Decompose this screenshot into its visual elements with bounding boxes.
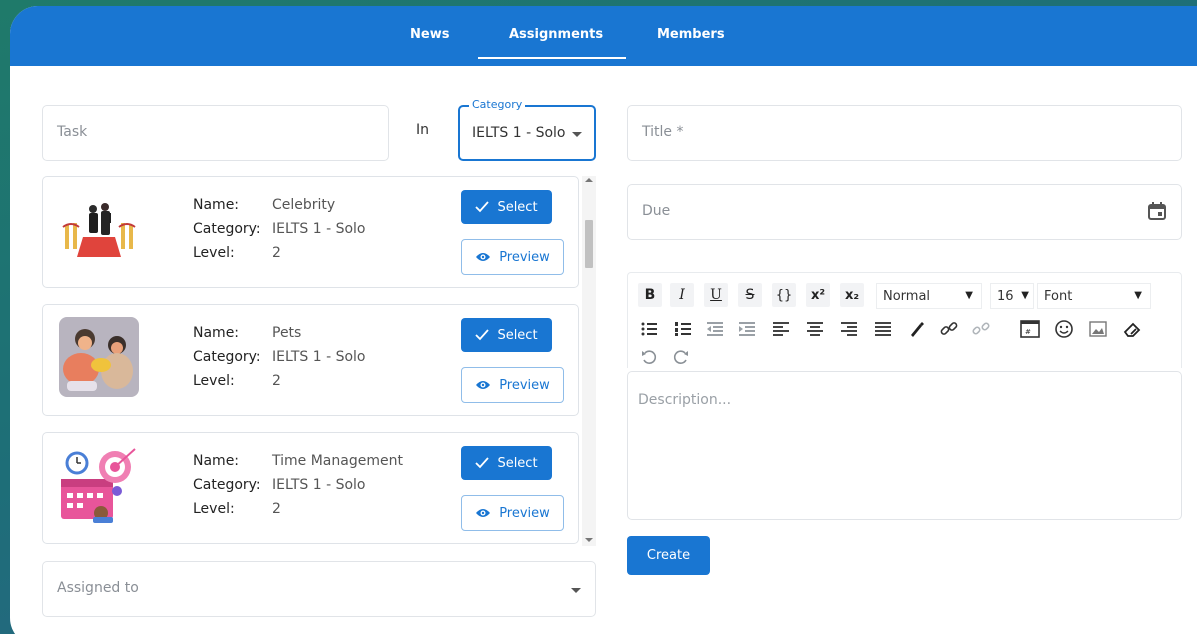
- chevron-down-icon: [572, 132, 582, 137]
- tab-members[interactable]: Members: [657, 6, 725, 64]
- time-management-illustration-icon: [61, 448, 136, 523]
- level-row: Level: 2: [193, 501, 281, 517]
- app-window: News Assignments Members Task In Categor…: [10, 6, 1197, 634]
- preview-button[interactable]: Preview: [461, 239, 564, 275]
- strikethrough-button[interactable]: S: [738, 283, 762, 307]
- svg-text:#: #: [1025, 328, 1031, 336]
- dropdown-arrow-icon: ▼: [1021, 290, 1029, 301]
- tab-assignments[interactable]: Assignments: [509, 6, 603, 64]
- eye-icon: [476, 253, 491, 261]
- dropdown-arrow-icon: ▼: [965, 290, 973, 301]
- name-row: Name: Time Management: [193, 453, 403, 469]
- category-select[interactable]: Category IELTS 1 - Solo: [458, 98, 596, 161]
- preview-button[interactable]: Preview: [461, 367, 564, 403]
- align-center-icon[interactable]: [806, 320, 824, 338]
- category-row: Category: IELTS 1 - Solo: [193, 477, 366, 493]
- eye-icon: [476, 381, 491, 389]
- due-date-input[interactable]: Due: [627, 184, 1182, 240]
- chevron-down-icon: [571, 588, 581, 593]
- scroll-up-icon[interactable]: [585, 178, 593, 182]
- name-row: Name: Celebrity: [193, 197, 336, 213]
- check-icon: [475, 457, 490, 469]
- embed-icon[interactable]: #: [1020, 319, 1040, 339]
- task-search-input[interactable]: Task: [42, 105, 389, 161]
- bulleted-list-icon[interactable]: [640, 320, 658, 338]
- description-placeholder: Description...: [638, 392, 732, 408]
- dropdown-arrow-icon: ▼: [1134, 290, 1142, 301]
- eraser-icon[interactable]: [1122, 319, 1142, 339]
- align-left-icon[interactable]: [772, 320, 790, 338]
- category-value: IELTS 1 - Solo: [472, 125, 566, 141]
- calendar-icon[interactable]: [1147, 201, 1167, 221]
- category-row: Category: IELTS 1 - Solo: [193, 349, 366, 365]
- create-button[interactable]: Create: [627, 536, 710, 575]
- title-input[interactable]: Title *: [627, 105, 1182, 161]
- code-button[interactable]: {}: [772, 283, 796, 307]
- check-icon: [475, 201, 490, 213]
- unlink-icon[interactable]: [972, 320, 990, 338]
- select-button[interactable]: Select: [461, 190, 552, 224]
- assignment-card: Name: Celebrity Category: IELTS 1 - Solo L…: [42, 176, 579, 288]
- top-nav-bar: News Assignments Members: [10, 6, 1197, 66]
- text-color-icon[interactable]: [908, 320, 926, 338]
- tab-news[interactable]: News: [410, 6, 449, 64]
- title-placeholder: Title *: [642, 124, 684, 140]
- italic-button[interactable]: I: [670, 283, 694, 307]
- bold-button[interactable]: B: [638, 283, 662, 307]
- align-right-icon[interactable]: [840, 320, 858, 338]
- eye-icon: [476, 509, 491, 517]
- pets-illustration-icon: [59, 317, 139, 397]
- celebrity-illustration-icon: [62, 203, 136, 257]
- superscript-button[interactable]: x²: [806, 283, 830, 307]
- outdent-icon[interactable]: [706, 320, 724, 338]
- list-scrollbar[interactable]: [582, 176, 596, 546]
- task-placeholder: Task: [57, 124, 88, 140]
- select-button[interactable]: Select: [461, 446, 552, 480]
- level-row: Level: 2: [193, 373, 281, 389]
- name-row: Name: Pets: [193, 325, 302, 341]
- assignment-card: Name: Time Management Category: IELTS 1 - …: [42, 432, 579, 544]
- preview-button[interactable]: Preview: [461, 495, 564, 531]
- align-justify-icon[interactable]: [874, 320, 892, 338]
- assignment-card: Name: Pets Category: IELTS 1 - Solo Level:…: [42, 304, 579, 416]
- emoji-icon[interactable]: [1054, 319, 1074, 339]
- link-icon[interactable]: [940, 320, 958, 338]
- in-label: In: [416, 122, 430, 138]
- font-family-select[interactable]: Font ▼: [1037, 283, 1151, 309]
- underline-button[interactable]: U: [704, 283, 728, 307]
- scroll-down-icon[interactable]: [585, 538, 593, 542]
- font-size-select[interactable]: 16 ▼: [990, 283, 1034, 309]
- redo-icon[interactable]: [672, 347, 690, 365]
- select-button[interactable]: Select: [461, 318, 552, 352]
- editor-toolbar: B I U S {} x² x₂ Normal ▼ 16 ▼ Font ▼ #: [627, 272, 1182, 368]
- assignment-list: Name: Celebrity Category: IELTS 1 - Solo L…: [42, 176, 598, 546]
- category-label: Category: [469, 98, 526, 111]
- check-icon: [475, 329, 490, 341]
- image-icon[interactable]: [1088, 319, 1108, 339]
- scroll-thumb[interactable]: [585, 220, 593, 268]
- heading-select[interactable]: Normal ▼: [876, 283, 982, 309]
- numbered-list-icon[interactable]: [674, 320, 692, 338]
- active-tab-indicator: [478, 57, 626, 59]
- assigned-to-placeholder: Assigned to: [57, 580, 139, 596]
- category-row: Category: IELTS 1 - Solo: [193, 221, 366, 237]
- description-textarea[interactable]: Description...: [627, 371, 1182, 520]
- level-row: Level: 2: [193, 245, 281, 261]
- assigned-to-select[interactable]: Assigned to: [42, 561, 596, 617]
- undo-icon[interactable]: [640, 347, 658, 365]
- due-placeholder: Due: [642, 203, 671, 219]
- subscript-button[interactable]: x₂: [840, 283, 864, 307]
- indent-icon[interactable]: [738, 320, 756, 338]
